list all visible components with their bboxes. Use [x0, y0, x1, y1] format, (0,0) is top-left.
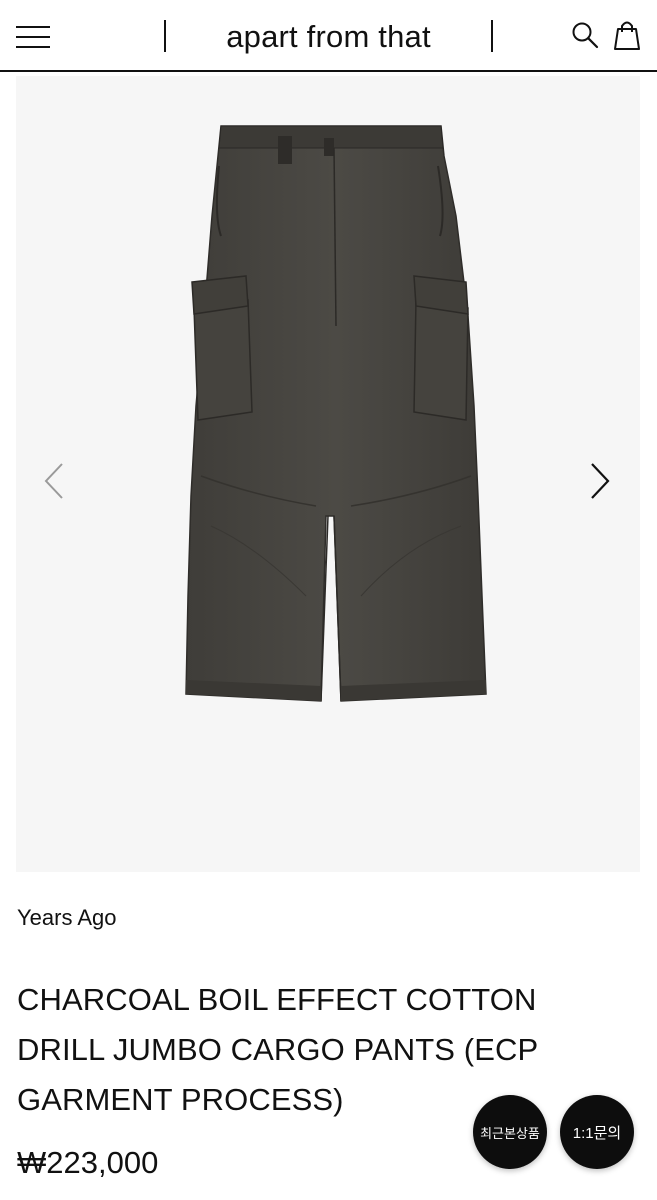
chevron-right-icon[interactable] — [580, 456, 620, 506]
product-image-gallery[interactable] — [16, 76, 640, 872]
product-brand-link[interactable]: Years Ago — [17, 904, 117, 932]
inquiry-button[interactable]: 1:1문의 — [560, 1095, 634, 1169]
recently-viewed-button[interactable]: 최근본상품 — [473, 1095, 547, 1169]
shopping-bag-icon[interactable] — [612, 18, 642, 52]
site-header: apart from that — [0, 0, 657, 72]
chevron-left-icon[interactable] — [34, 456, 74, 506]
header-divider-right — [491, 20, 493, 52]
inquiry-label: 1:1문의 — [572, 1124, 622, 1142]
product-page: apart from that Years Ago CHARCOAL BOIL … — [0, 0, 657, 1200]
search-icon[interactable] — [570, 20, 600, 50]
hamburger-menu-icon[interactable] — [16, 25, 52, 49]
product-price: ₩223,000 — [17, 1145, 159, 1180]
product-image — [185, 125, 487, 702]
recently-viewed-label: 최근본상품 — [480, 1125, 540, 1141]
site-logo[interactable]: apart from that — [166, 17, 491, 57]
